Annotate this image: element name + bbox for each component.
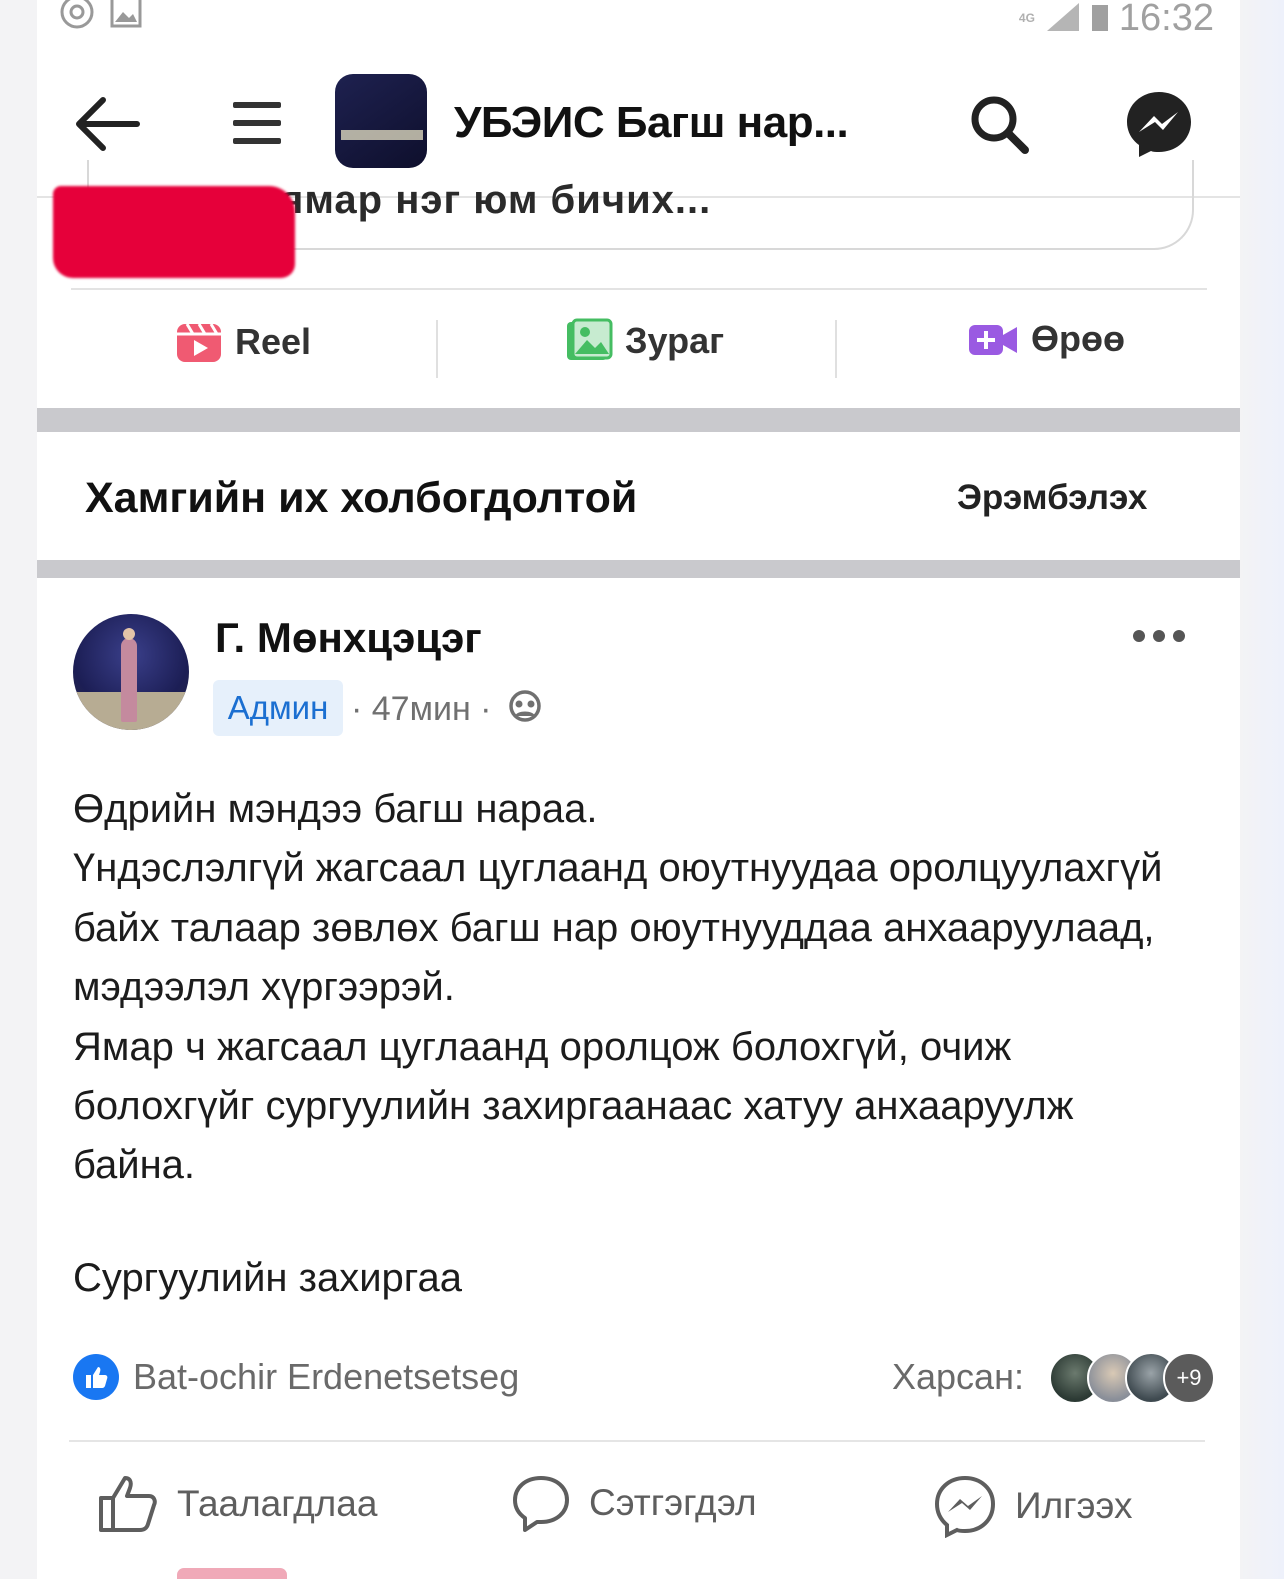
reaction-summary[interactable]: Bat-ochir Erdenetsetseg [73, 1354, 519, 1400]
like-label: Таалагдлаа [177, 1483, 378, 1524]
post-signature: Сургуулийн захиргаа [73, 1256, 463, 1300]
reel-icon [177, 323, 221, 362]
notification-icon [60, 0, 94, 29]
video-room-icon [969, 325, 1017, 355]
action-divider [835, 320, 837, 378]
search-icon[interactable] [967, 92, 1031, 156]
action-divider [436, 320, 438, 378]
like-button[interactable]: Таалагдлаа [97, 1474, 377, 1534]
post-meta: · 47мин · [351, 688, 543, 729]
messenger-send-icon [934, 1475, 996, 1538]
signal-icon [1046, 3, 1079, 31]
author-avatar[interactable] [73, 614, 189, 730]
seen-by-avatars[interactable]: +9 [1049, 1352, 1215, 1404]
composer-placeholder: ямар нэг юм бичих... [280, 178, 712, 222]
group-privacy-icon [509, 690, 541, 722]
messenger-icon[interactable] [1123, 88, 1195, 160]
send-label: Илгээх [1015, 1485, 1133, 1526]
author-name[interactable]: Г. Мөнхцэцэг [215, 614, 482, 662]
group-logo-stripe [341, 130, 423, 140]
thumbs-up-icon [99, 1476, 157, 1532]
group-logo[interactable] [335, 74, 427, 168]
send-button[interactable]: Илгээх [933, 1474, 1133, 1538]
composer-divider [71, 288, 1207, 290]
status-bar-right: 4G 16:32 [1018, 0, 1214, 39]
sort-button[interactable]: Эрэмбэлэх [957, 478, 1147, 518]
post-text: Өдрийн мэндээ багш нараа. Үндэслэлгүй жа… [73, 787, 1163, 1188]
comment-button[interactable]: Сэтгэгдэл [511, 1474, 757, 1532]
status-bar-left [59, 0, 143, 32]
more-options-icon[interactable] [1131, 628, 1187, 644]
back-arrow-icon[interactable] [73, 94, 141, 154]
photo-icon [567, 318, 613, 360]
avatar-person [121, 638, 137, 722]
avatar-head [123, 628, 135, 640]
group-title[interactable]: УБЭИС Багш нар... [454, 98, 849, 148]
section-divider [37, 560, 1240, 578]
admin-badge: Админ [213, 680, 343, 736]
section-divider [37, 408, 1240, 432]
like-reaction-icon [73, 1354, 119, 1400]
feed-sort-title: Хамгийн их холбогдолтой [85, 474, 638, 522]
liked-by-name: Bat-ochir Erdenetsetseg [133, 1356, 520, 1397]
next-post-peek [177, 1568, 287, 1579]
clock: 16:32 [1118, 0, 1214, 39]
comment-icon [513, 1476, 569, 1532]
post-actions-divider [69, 1440, 1205, 1442]
reel-label: Reel [235, 321, 312, 362]
battery-icon [1091, 5, 1108, 31]
redaction-mark [53, 186, 295, 278]
app-screen: 4G 16:32 УБЭИС Багш нар... ямар нэг юм б… [37, 0, 1240, 1579]
seen-label: Харсан: [892, 1356, 1024, 1397]
room-label: Өрөө [1031, 318, 1125, 359]
background-edge [1240, 0, 1284, 1579]
room-button[interactable]: Өрөө [967, 318, 1125, 360]
comment-label: Сэтгэгдэл [589, 1482, 757, 1523]
post-time[interactable]: · 47мин · [351, 690, 492, 728]
photo-label: Зураг [625, 320, 725, 361]
photo-button[interactable]: Зураг [565, 318, 724, 364]
reel-button[interactable]: Reel [175, 318, 311, 366]
gallery-icon [110, 0, 142, 28]
menu-icon[interactable] [231, 96, 283, 150]
more-viewers-count: +9 [1163, 1352, 1215, 1404]
network-type: 4G [1018, 11, 1035, 25]
